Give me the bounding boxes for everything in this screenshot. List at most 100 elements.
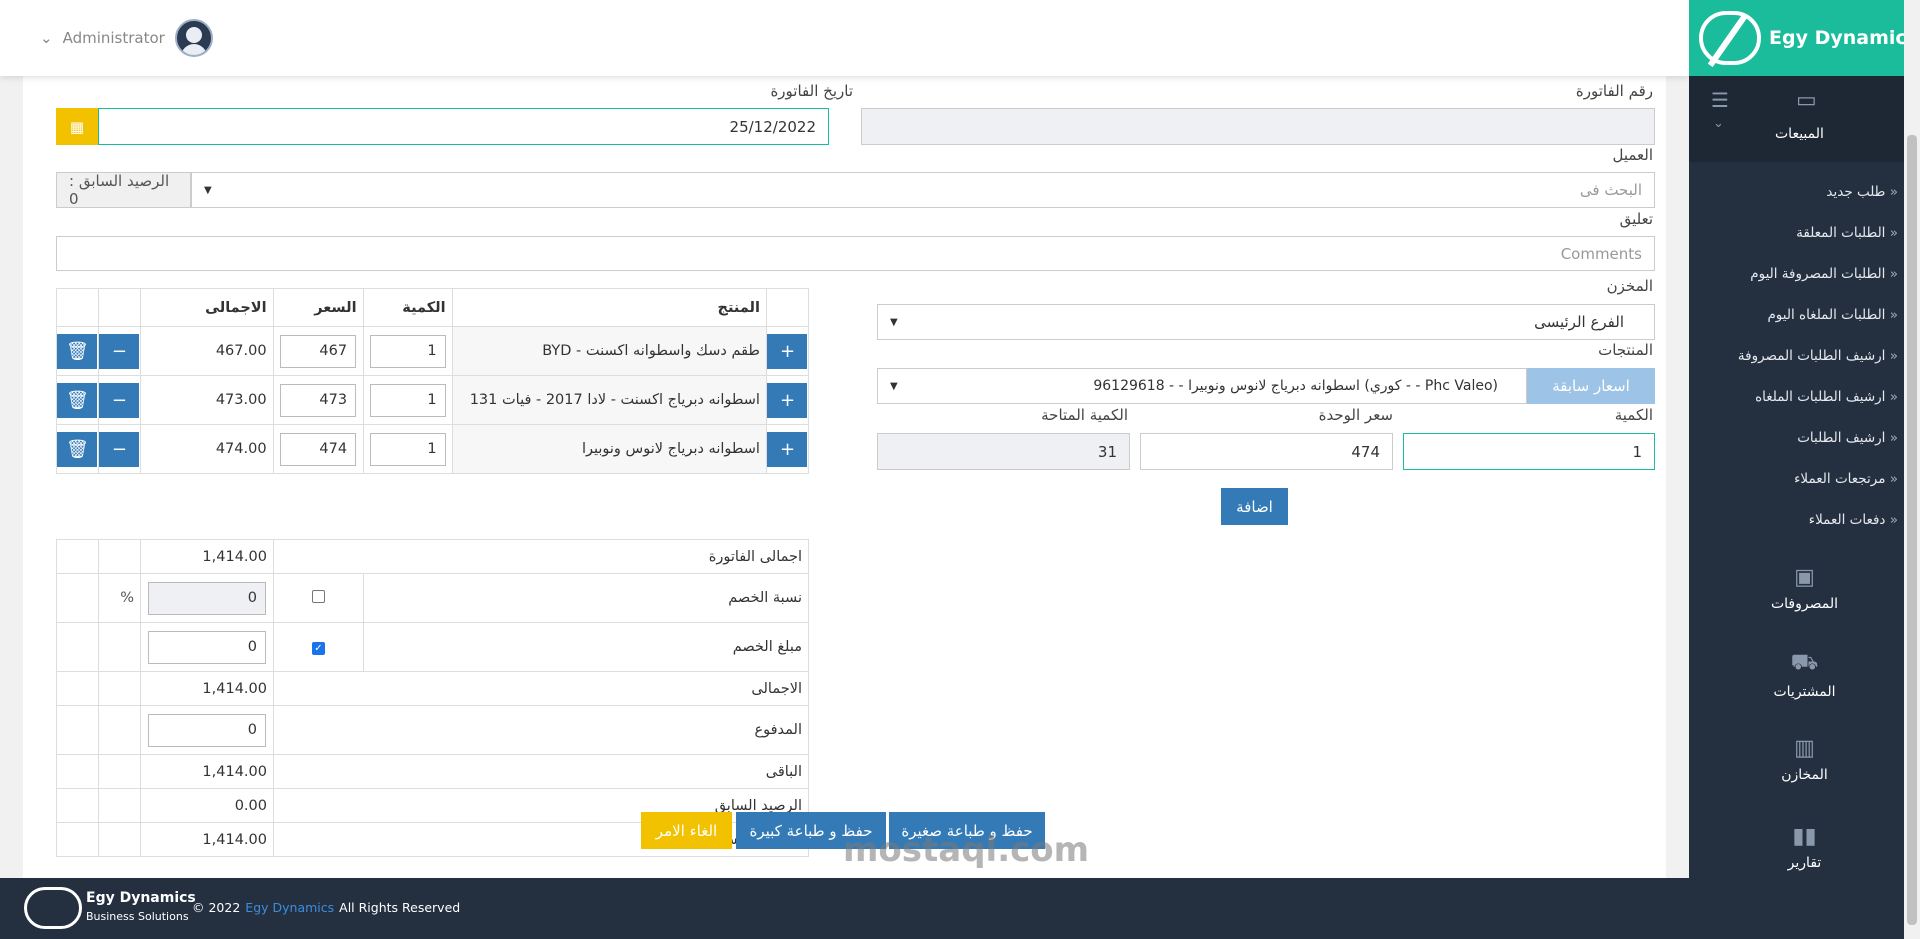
- row-price-input[interactable]: 474: [280, 432, 357, 466]
- unit-price-label: سعر الوحدة: [1318, 406, 1393, 424]
- row-product: اسطوانه دبرياج اكسنت - لادا 2017 - فيات …: [451, 375, 767, 425]
- paid-label: المدفوع: [273, 705, 809, 755]
- plus-icon[interactable]: +: [767, 382, 808, 418]
- top-bar: ⌄ Administrator: [0, 0, 1689, 76]
- discount-pct-checkbox[interactable]: [312, 589, 325, 603]
- user-menu[interactable]: ⌄ Administrator: [40, 19, 213, 57]
- avail-qty-field: 31: [877, 433, 1130, 470]
- total-value: 1,414.00: [140, 671, 274, 706]
- client-select[interactable]: ▼ البحث فى: [191, 172, 1655, 208]
- discount-amt-checkbox[interactable]: ✓: [312, 642, 325, 655]
- delete-icon[interactable]: 🗑: [57, 431, 98, 467]
- row-qty-input[interactable]: 1: [369, 334, 446, 368]
- sidebar-section-reports[interactable]: ▮▮ تقارير: [1689, 824, 1920, 871]
- comment-input[interactable]: Comments: [56, 236, 1655, 271]
- minus-icon[interactable]: −: [99, 382, 140, 418]
- sidebar-item-archive-orders[interactable]: ارشيف الطلبات: [1797, 430, 1898, 446]
- sidebar: Egy Dynamics ☰ ⌄ ▭ المبيعات طلب جديد الط…: [1689, 0, 1920, 878]
- prev-prices-button[interactable]: اسعار سابقة: [1527, 368, 1655, 404]
- pct-sign: %: [98, 573, 141, 623]
- col-total: الاجمالى: [139, 288, 274, 327]
- avail-qty-label: الكمية المتاحة: [1041, 406, 1128, 424]
- summary-row: 0 ✓ مبلغ الخصم: [56, 622, 809, 672]
- sidebar-item-new-order[interactable]: طلب جديد: [1826, 184, 1898, 200]
- product-select[interactable]: ▼ (Phc Valeo - - كوري) اسطوانه دبرياج لا…: [877, 368, 1527, 404]
- table-row: 🗑 − 473.00 473 1 اسطوانه دبرياج اكسنت - …: [56, 375, 810, 425]
- qty-input[interactable]: 1: [1403, 433, 1655, 470]
- qty-label: الكمية: [1614, 406, 1653, 424]
- chevron-down-icon: ⌄: [1713, 116, 1724, 131]
- row-price-input[interactable]: 467: [280, 334, 357, 368]
- summary-row: 0 المدفوع: [56, 705, 809, 755]
- footer-logo-icon: [24, 887, 82, 929]
- add-button[interactable]: اضافة: [1221, 488, 1288, 525]
- sidebar-section-purchases[interactable]: ⛟ المشتريات: [1689, 650, 1920, 700]
- invoice-total-label: اجمالى الفاتورة: [273, 539, 809, 574]
- row-qty-input[interactable]: 1: [369, 383, 446, 417]
- delete-icon[interactable]: 🗑: [57, 382, 98, 418]
- building-icon: ▥: [1794, 736, 1815, 761]
- sidebar-item-pending[interactable]: الطلبات المعلقة: [1796, 225, 1898, 241]
- prev-balance-value: 0.00: [140, 788, 274, 823]
- discount-amt-input[interactable]: 0: [148, 630, 266, 664]
- footer-company-link[interactable]: Egy Dynamics: [245, 900, 334, 915]
- invoice-no-field[interactable]: [861, 108, 1655, 145]
- caret-down-icon: ▼: [890, 380, 898, 392]
- products-label: المنتجات: [1598, 341, 1653, 359]
- chevron-down-icon: ⌄: [40, 29, 53, 47]
- minus-icon[interactable]: −: [99, 431, 140, 467]
- invoice-date-label: تاريخ الفاتورة: [770, 82, 853, 100]
- discount-pct-input[interactable]: 0: [148, 581, 266, 615]
- credit-card-icon: ▭: [1796, 88, 1817, 113]
- row-qty-input[interactable]: 1: [369, 432, 446, 466]
- items-table: الاجمالى السعر الكمية المنتج 🗑 − 467.00 …: [56, 288, 810, 474]
- calendar-button[interactable]: ▦: [56, 108, 98, 145]
- summary-row: 1,414.00 الاجمالى: [56, 671, 809, 706]
- row-total: 473.00: [139, 375, 274, 425]
- footer-tagline: Business Solutions: [86, 910, 189, 923]
- minus-icon[interactable]: −: [99, 333, 140, 369]
- sidebar-item-archive-spent[interactable]: ارشيف الطلبات المصروفة: [1738, 348, 1898, 364]
- sidebar-item-archive-cancelled[interactable]: ارشيف الطلبات الملغاه: [1755, 389, 1898, 405]
- plus-icon[interactable]: +: [767, 333, 808, 369]
- caret-down-icon: ▼: [890, 316, 898, 328]
- sidebar-item-cancelled-today[interactable]: الطلبات الملغاه اليوم: [1767, 307, 1898, 323]
- summary-row: % 0 نسبة الخصم: [56, 573, 809, 623]
- comment-placeholder: Comments: [1560, 244, 1642, 263]
- invoice-date-field[interactable]: 25/12/2022: [98, 108, 829, 145]
- sidebar-item-spent-today[interactable]: الطلبات المصروفة اليوم: [1750, 266, 1898, 282]
- prev-balance-badge: الرصيد السابق : 0: [56, 172, 191, 208]
- summary-row: 1,414.00 اجمالى الفاتورة: [56, 539, 809, 574]
- brand-name: Egy Dynamics: [1769, 27, 1918, 49]
- col-product: المنتج: [451, 288, 767, 327]
- copyright-year: © 2022: [192, 900, 241, 915]
- sidebar-section-expenses[interactable]: ▣ المصروفات: [1689, 565, 1920, 612]
- sidebar-section-stores[interactable]: ▥ المخازن: [1689, 736, 1920, 783]
- avatar: [174, 19, 213, 57]
- discount-pct-label: نسبة الخصم: [363, 573, 809, 623]
- hamburger-icon[interactable]: ☰: [1711, 88, 1729, 112]
- bar-chart-icon: ▮▮: [1792, 824, 1817, 849]
- row-price-input[interactable]: 473: [280, 383, 357, 417]
- col-price: السعر: [272, 288, 364, 327]
- plus-icon[interactable]: +: [767, 431, 808, 467]
- scrollbar[interactable]: [1904, 0, 1920, 939]
- sidebar-section-sales[interactable]: ☰ ⌄ ▭ المبيعات: [1689, 76, 1920, 162]
- scrollbar-thumb[interactable]: [1907, 135, 1917, 925]
- store-select[interactable]: ▼ الفرع الرئيسى: [877, 304, 1655, 340]
- col-qty: الكمية: [362, 288, 453, 327]
- brand-logo[interactable]: Egy Dynamics: [1689, 0, 1920, 76]
- store-label: المخزن: [1606, 277, 1653, 295]
- sidebar-item-client-payments[interactable]: دفعات العملاء: [1809, 512, 1898, 528]
- logo-icon: [1699, 11, 1761, 65]
- cancel-button[interactable]: الغاء الامر: [641, 812, 732, 849]
- sidebar-item-client-returns[interactable]: مرتجعات العملاء: [1794, 471, 1898, 487]
- truck-icon: ⛟: [1790, 650, 1819, 675]
- paid-input[interactable]: 0: [148, 713, 266, 747]
- client-label: العميل: [1612, 146, 1653, 164]
- unit-price-input[interactable]: 474: [1140, 433, 1393, 470]
- sidebar-sales-label: المبيعات: [1775, 126, 1824, 142]
- footer-rights: All Rights Reserved: [339, 900, 461, 915]
- delete-icon[interactable]: 🗑: [57, 333, 98, 369]
- table-row: 🗑 − 474.00 474 1 اسطوانه دبرياج لانوس ون…: [56, 424, 810, 474]
